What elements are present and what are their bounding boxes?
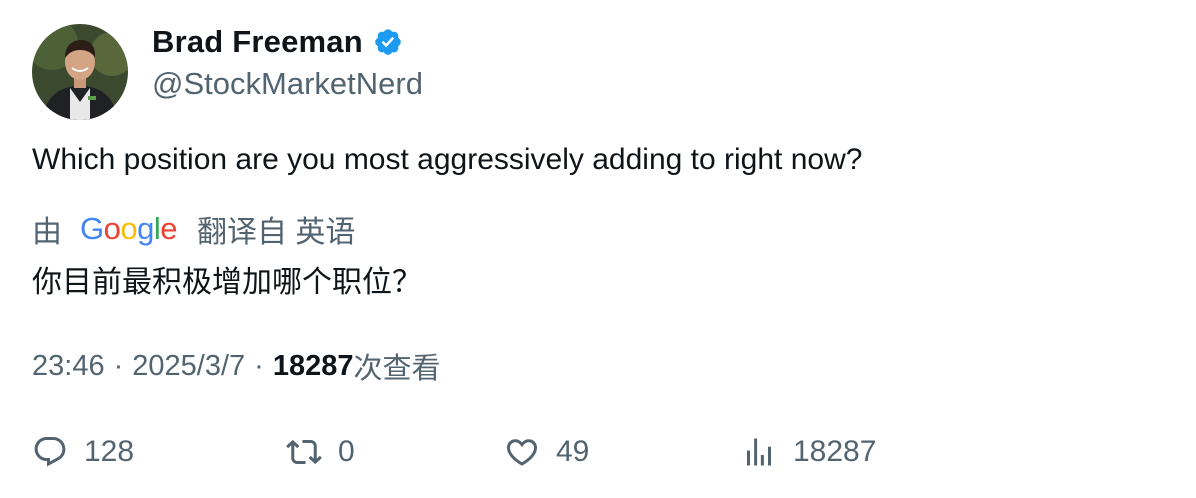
tweet-header: Brad Freeman @StockMarketNerd xyxy=(32,24,423,120)
tweet-date[interactable]: 2025/3/7 xyxy=(132,350,245,383)
verified-badge-icon xyxy=(373,27,403,57)
like-count: 49 xyxy=(556,435,590,468)
reply-icon xyxy=(32,434,68,470)
retweet-count: 0 xyxy=(338,435,355,468)
retweet-button[interactable]: 0 xyxy=(286,430,355,474)
avatar[interactable] xyxy=(32,24,128,120)
translated-text: 你目前最积极增加哪个职位？ xyxy=(32,266,422,299)
action-bar: 128 0 49 18287 xyxy=(32,430,1162,478)
author-handle[interactable]: @StockMarketNerd xyxy=(152,66,423,102)
translation-attribution[interactable]: 由 Google 翻译自 英语 xyxy=(32,207,355,251)
tweet-meta: 23:46 · 2025/3/7 · 18287 次查看 xyxy=(32,345,440,387)
tweet-time[interactable]: 23:46 xyxy=(32,350,105,383)
reply-count: 128 xyxy=(84,435,135,468)
meta-separator: · xyxy=(113,349,124,382)
views-action-count: 18287 xyxy=(793,435,877,468)
heart-icon xyxy=(504,434,540,470)
retweet-icon xyxy=(286,434,322,470)
translation-suffix: 翻译自 英语 xyxy=(197,216,356,249)
google-logo: Google xyxy=(80,211,178,246)
tweet-card: Brad Freeman @StockMarketNerd Which posi… xyxy=(0,0,1196,498)
author-names: Brad Freeman @StockMarketNerd xyxy=(152,24,423,102)
display-name-row: Brad Freeman xyxy=(152,24,423,60)
reply-button[interactable]: 128 xyxy=(32,430,134,474)
views-chart-icon xyxy=(741,434,777,470)
tweet-text: Which position are you most aggressively… xyxy=(32,143,863,176)
meta-separator: · xyxy=(254,349,264,382)
like-button[interactable]: 49 xyxy=(504,430,589,474)
translation-prefix: 由 xyxy=(32,216,62,249)
views-label: 次查看 xyxy=(353,353,441,385)
display-name[interactable]: Brad Freeman xyxy=(152,24,363,60)
views-button[interactable]: 18287 xyxy=(741,430,876,474)
views-count[interactable]: 18287 xyxy=(273,350,354,383)
